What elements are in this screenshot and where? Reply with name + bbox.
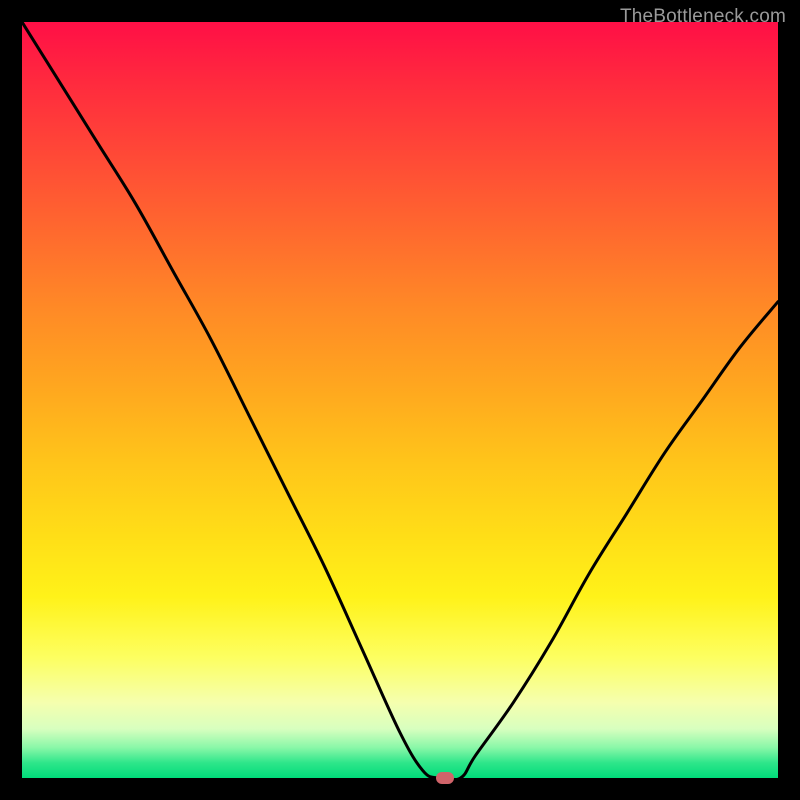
bottleneck-curve (22, 22, 778, 778)
plot-area (22, 22, 778, 778)
optimal-marker (436, 772, 454, 784)
chart-frame: TheBottleneck.com (0, 0, 800, 800)
watermark-text: TheBottleneck.com (620, 6, 786, 28)
